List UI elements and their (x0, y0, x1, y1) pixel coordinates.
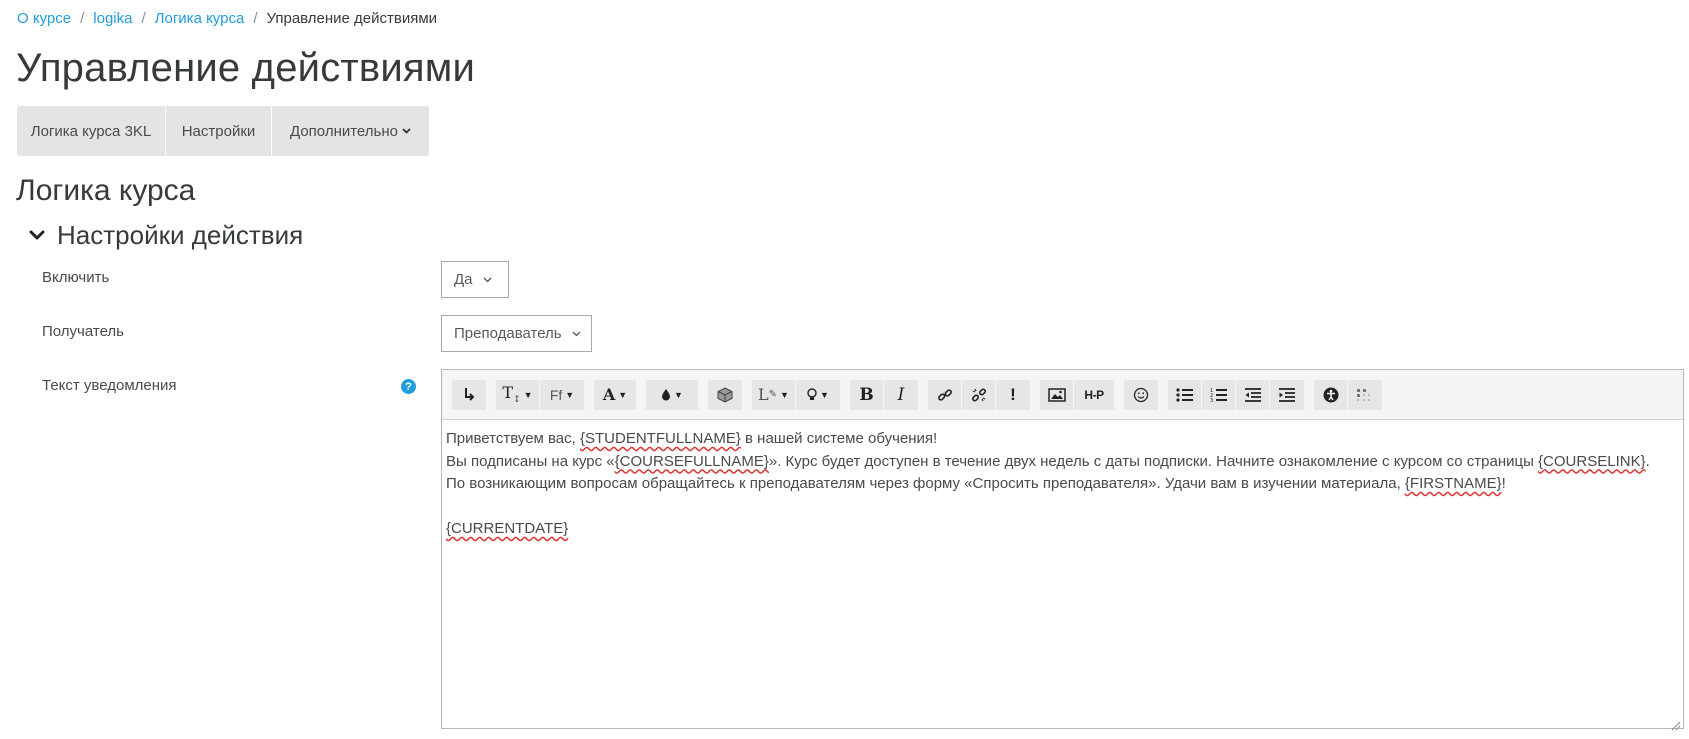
placeholder-token: {CURRENTDATE} (446, 520, 569, 537)
enter-icon[interactable] (452, 379, 486, 410)
editor-empty-line (446, 496, 1679, 519)
enable-select[interactable]: Да (441, 261, 509, 298)
text-segment: . (1645, 452, 1650, 470)
italic-icon[interactable]: I (884, 379, 918, 410)
breadcrumb: О курсе / logika / Логика курса / Управл… (17, 9, 437, 29)
tab-label: Логика курса 3KL (30, 122, 152, 140)
text-size-icon[interactable]: T↕ ▼ (496, 379, 540, 410)
text-segment: в нашей системе обучения! (740, 430, 938, 447)
breadcrumb-separator: / (141, 10, 146, 27)
tab-course-logic-3kl[interactable]: Логика курса 3KL (17, 106, 166, 156)
recipient-select[interactable]: Преподаватель (441, 315, 592, 352)
resize-handle-icon[interactable] (1671, 716, 1681, 731)
emoji-icon[interactable] (1124, 379, 1158, 410)
editor-line: Вы подписаны на курс «{COURSEFULLNAME}».… (446, 451, 1679, 474)
lightbulb-icon[interactable]: ▼ (796, 379, 840, 410)
unlink-icon[interactable] (962, 379, 996, 410)
breadcrumb-separator: / (80, 10, 85, 27)
secondary-navigation: Логика курса 3KL Настройки Дополнительно (17, 106, 429, 156)
enable-select-value: Да (454, 271, 473, 288)
tab-more[interactable]: Дополнительно (272, 106, 429, 156)
bullet-list-icon[interactable] (1168, 379, 1202, 410)
notification-text-label: Текст уведомления (42, 377, 177, 394)
more-icon[interactable] (1348, 379, 1382, 410)
style-icon[interactable]: L ✎ ▼ (752, 379, 796, 410)
cube-icon[interactable] (708, 379, 742, 410)
section-title: Логика курса (16, 174, 196, 207)
breadcrumb-link-about-course[interactable]: О курсе (17, 9, 71, 29)
tab-settings[interactable]: Настройки (166, 106, 272, 156)
subsection-title: Настройки действия (57, 220, 304, 250)
indent-icon[interactable] (1270, 379, 1304, 410)
recipient-select-value: Преподаватель (454, 325, 562, 342)
collapsible-header: Настройки действия (25, 220, 303, 250)
placeholder-token: {COURSEFULLNAME} (614, 452, 769, 470)
breadcrumb-separator: / (253, 10, 258, 27)
text-segment: По возникающим вопросам обращайтесь к пр… (446, 475, 1405, 492)
chevron-down-icon (572, 331, 581, 337)
bold-icon[interactable]: B (850, 379, 884, 410)
accessibility-icon[interactable] (1314, 379, 1348, 410)
font-family-icon[interactable]: Ff ▼ (540, 379, 584, 410)
enable-label: Включить (42, 269, 110, 286)
link-icon[interactable] (928, 379, 962, 410)
numbered-list-icon[interactable]: 123 (1202, 379, 1236, 410)
breadcrumb-link-logika[interactable]: logika (93, 9, 132, 29)
text-segment: ! (1501, 475, 1506, 492)
exclamation-icon[interactable]: ! (996, 379, 1030, 410)
placeholder-token: {COURSELINK} (1538, 452, 1646, 470)
editor-toolbar: T↕ ▼ Ff ▼ A ▼ ▼ L ✎ ▼ ▼ B I ! H-P 1 2 3 (442, 370, 1683, 420)
h5p-icon[interactable]: H-P (1074, 379, 1114, 410)
rich-text-editor: T↕ ▼ Ff ▼ A ▼ ▼ L ✎ ▼ ▼ B I ! H-P 1 2 3 … (441, 369, 1684, 731)
breadcrumb-link-course-logic[interactable]: Логика курса (155, 9, 245, 29)
editor-line: {CURRENTDATE} (446, 518, 1679, 541)
outdent-icon[interactable] (1236, 379, 1270, 410)
breadcrumb-current: Управление действиями (266, 10, 438, 27)
text-segment: ». Курс будет доступен в течение двух не… (768, 452, 1539, 470)
help-icon[interactable]: ? (401, 379, 416, 394)
chevron-down-icon (483, 277, 492, 283)
text-segment: Приветствуем вас, (446, 430, 580, 447)
chevron-down-icon (402, 126, 411, 136)
collapse-toggle-icon[interactable] (25, 223, 49, 247)
editor-content-area[interactable]: Приветствуем вас, {STUDENTFULLNAME} в на… (442, 420, 1683, 731)
image-icon[interactable] (1040, 379, 1074, 410)
placeholder-token: {FIRSTNAME} (1404, 475, 1502, 492)
editor-line: По возникающим вопросам обращайтесь к пр… (446, 473, 1679, 496)
svg-text:3: 3 (1210, 398, 1213, 402)
recipient-label: Получатель (42, 323, 124, 340)
text-segment: Вы подписаны на курс « (446, 452, 615, 470)
background-color-icon[interactable]: ▼ (646, 379, 698, 410)
page-title: Управление действиями (16, 46, 476, 90)
editor-line: Приветствуем вас, {STUDENTFULLNAME} в на… (446, 428, 1679, 451)
placeholder-token: {STUDENTFULLNAME} (580, 430, 741, 447)
font-color-icon[interactable]: A ▼ (594, 379, 636, 410)
tab-label: Настройки (181, 122, 256, 140)
tab-label: Дополнительно (290, 122, 398, 140)
